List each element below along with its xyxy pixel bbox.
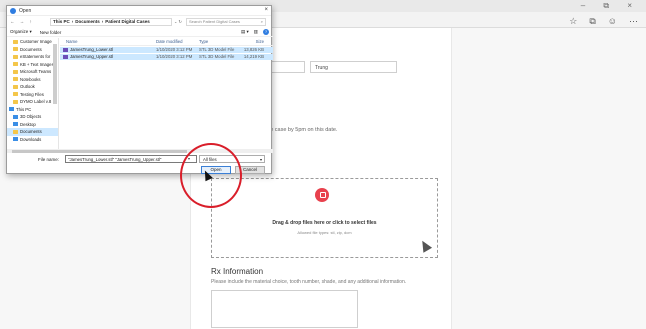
folder-icon [13,84,18,89]
file-name-input[interactable]: "JamesTrung_Lower.stl" "JamesTrung_Upper… [65,155,197,163]
folder-icon [13,99,18,104]
favorite-star-icon[interactable]: ☆ [569,16,577,27]
nav-item[interactable]: Outlook [7,83,58,91]
dialog-app-icon [10,7,16,14]
nav-arrows[interactable]: ← → ↑ [10,19,50,24]
nav-item[interactable]: eStatements for [7,53,58,61]
folder-icon [13,47,18,52]
nav-item[interactable]: KB + Text Images [7,61,58,69]
dialog-titlebar: Open [7,6,271,16]
dialog-title: Open [19,7,32,14]
breadcrumb-separator-icon: › [71,19,74,24]
search-icon: ⌕ [260,19,263,24]
stl-file-icon [63,47,68,52]
view-options-icon[interactable]: ▤ ▾ [241,29,249,35]
desktop-icon [13,122,18,127]
file-name-label: File name: [38,157,60,162]
more-menu-icon[interactable]: ⋯ [629,16,638,27]
column-header-date[interactable]: Date modified [156,39,199,44]
breadcrumb-documents[interactable]: Documents [75,19,100,24]
folder-icon [13,62,18,67]
help-icon[interactable]: ? [263,29,269,35]
file-size: 14,219 KB [243,54,264,60]
folder-icon [13,77,18,82]
column-header-name[interactable]: Name [60,39,156,44]
preview-pane-icon[interactable]: ▥ [254,29,258,35]
column-header-size[interactable]: Size [240,39,264,44]
computer-icon [9,107,14,112]
nav-item[interactable]: Customer Image [7,38,58,46]
profile-icon[interactable]: ☺ [608,16,617,27]
nav-item[interactable]: DYMO Label v.8 [7,98,58,106]
nav-item[interactable]: Testing Files [7,91,58,99]
nav-item[interactable]: 3D Objects [7,113,58,121]
folder-icon [13,92,18,97]
last-name-field[interactable]: Trung [310,61,397,73]
folder-icon [13,129,18,134]
nav-pane-scrollbar[interactable] [53,44,57,104]
new-folder-button[interactable]: New folder [40,30,62,35]
chevron-down-icon: ▾ [259,157,262,162]
dropzone-title: Drag & drop files here or click to selec… [272,220,377,226]
collections-icon[interactable]: ⧉ [589,16,595,27]
breadcrumb-this-pc[interactable]: This PC [53,19,70,24]
file-size: 13,826 KB [243,47,264,53]
upload-icon [315,188,329,202]
open-file-dialog: Open × ← → ↑ This PC › Documents › Patie… [6,5,273,174]
nav-item[interactable]: Microsoft Teams [7,68,58,76]
file-type: STL 3D Model File [199,54,235,60]
search-placeholder: Search Patient Digital Cases [189,19,240,24]
stl-file-icon [63,54,68,59]
dialog-toolbar: Organize ▾ New folder ▤ ▾ ▥ ? [7,28,273,37]
file-date: 1/10/2020 3:12 PM [156,47,193,53]
dialog-close-icon[interactable]: × [264,7,268,13]
rx-section-heading: Rx Information [211,267,264,276]
column-header-type[interactable]: Type [199,39,240,44]
folder-icon [13,39,18,44]
nav-item[interactable]: Notebooks [7,76,58,84]
breadcrumb-separator-icon: › [101,19,104,24]
file-row[interactable]: JamesTrung_Lower.stl 1/10/2020 3:12 PM S… [60,46,273,53]
nav-item-this-pc[interactable]: This PC [7,106,58,114]
refresh-icon[interactable]: ⌄ ↻ [174,19,186,24]
window-controls[interactable]: – ⧉ × [581,1,640,11]
folder-icon [13,69,18,74]
organize-button[interactable]: Organize ▾ [10,29,32,35]
nav-item[interactable]: Documents [7,46,58,54]
file-name: JamesTrung_Upper.stl [70,54,114,60]
browser-action-icons: ☆ ⧉ ☺ ⋯ [569,16,638,27]
nav-item[interactable]: Downloads [7,136,58,144]
file-date: 1/10/2020 3:12 PM [156,54,193,60]
folder-icon [13,54,18,59]
file-row[interactable]: JamesTrung_Upper.stl 1/10/2020 3:12 PM S… [60,53,273,60]
nav-item[interactable]: Desktop [7,121,58,129]
download-icon [13,137,18,142]
address-row: ← → ↑ This PC › Documents › Patient Digi… [7,16,273,27]
address-bar[interactable]: This PC › Documents › Patient Digital Ca… [50,17,172,26]
dialog-search-input[interactable]: Search Patient Digital Cases ⌕ [186,17,266,26]
rx-information-textarea[interactable] [211,290,358,328]
page-right-gutter [452,28,646,329]
scrollbar-thumb[interactable] [12,149,187,153]
file-list-header: Name Date modified Type Size [60,38,273,46]
file-name: JamesTrung_Lower.stl [70,47,114,53]
file-type: STL 3D Model File [199,47,235,53]
cube-icon [13,114,18,119]
navigation-pane: Customer Image Documents eStatements for… [7,38,59,151]
dropzone-subtitle: Allowed file types: stl, zip, dcm [297,230,352,235]
nav-item-documents-selected[interactable]: Documents [7,128,58,136]
file-list: Name Date modified Type Size JamesTrung_… [60,38,273,151]
breadcrumb-patient-digital-cases[interactable]: Patient Digital Cases [105,19,150,24]
rx-description: Please include the material choice, toot… [211,279,407,285]
